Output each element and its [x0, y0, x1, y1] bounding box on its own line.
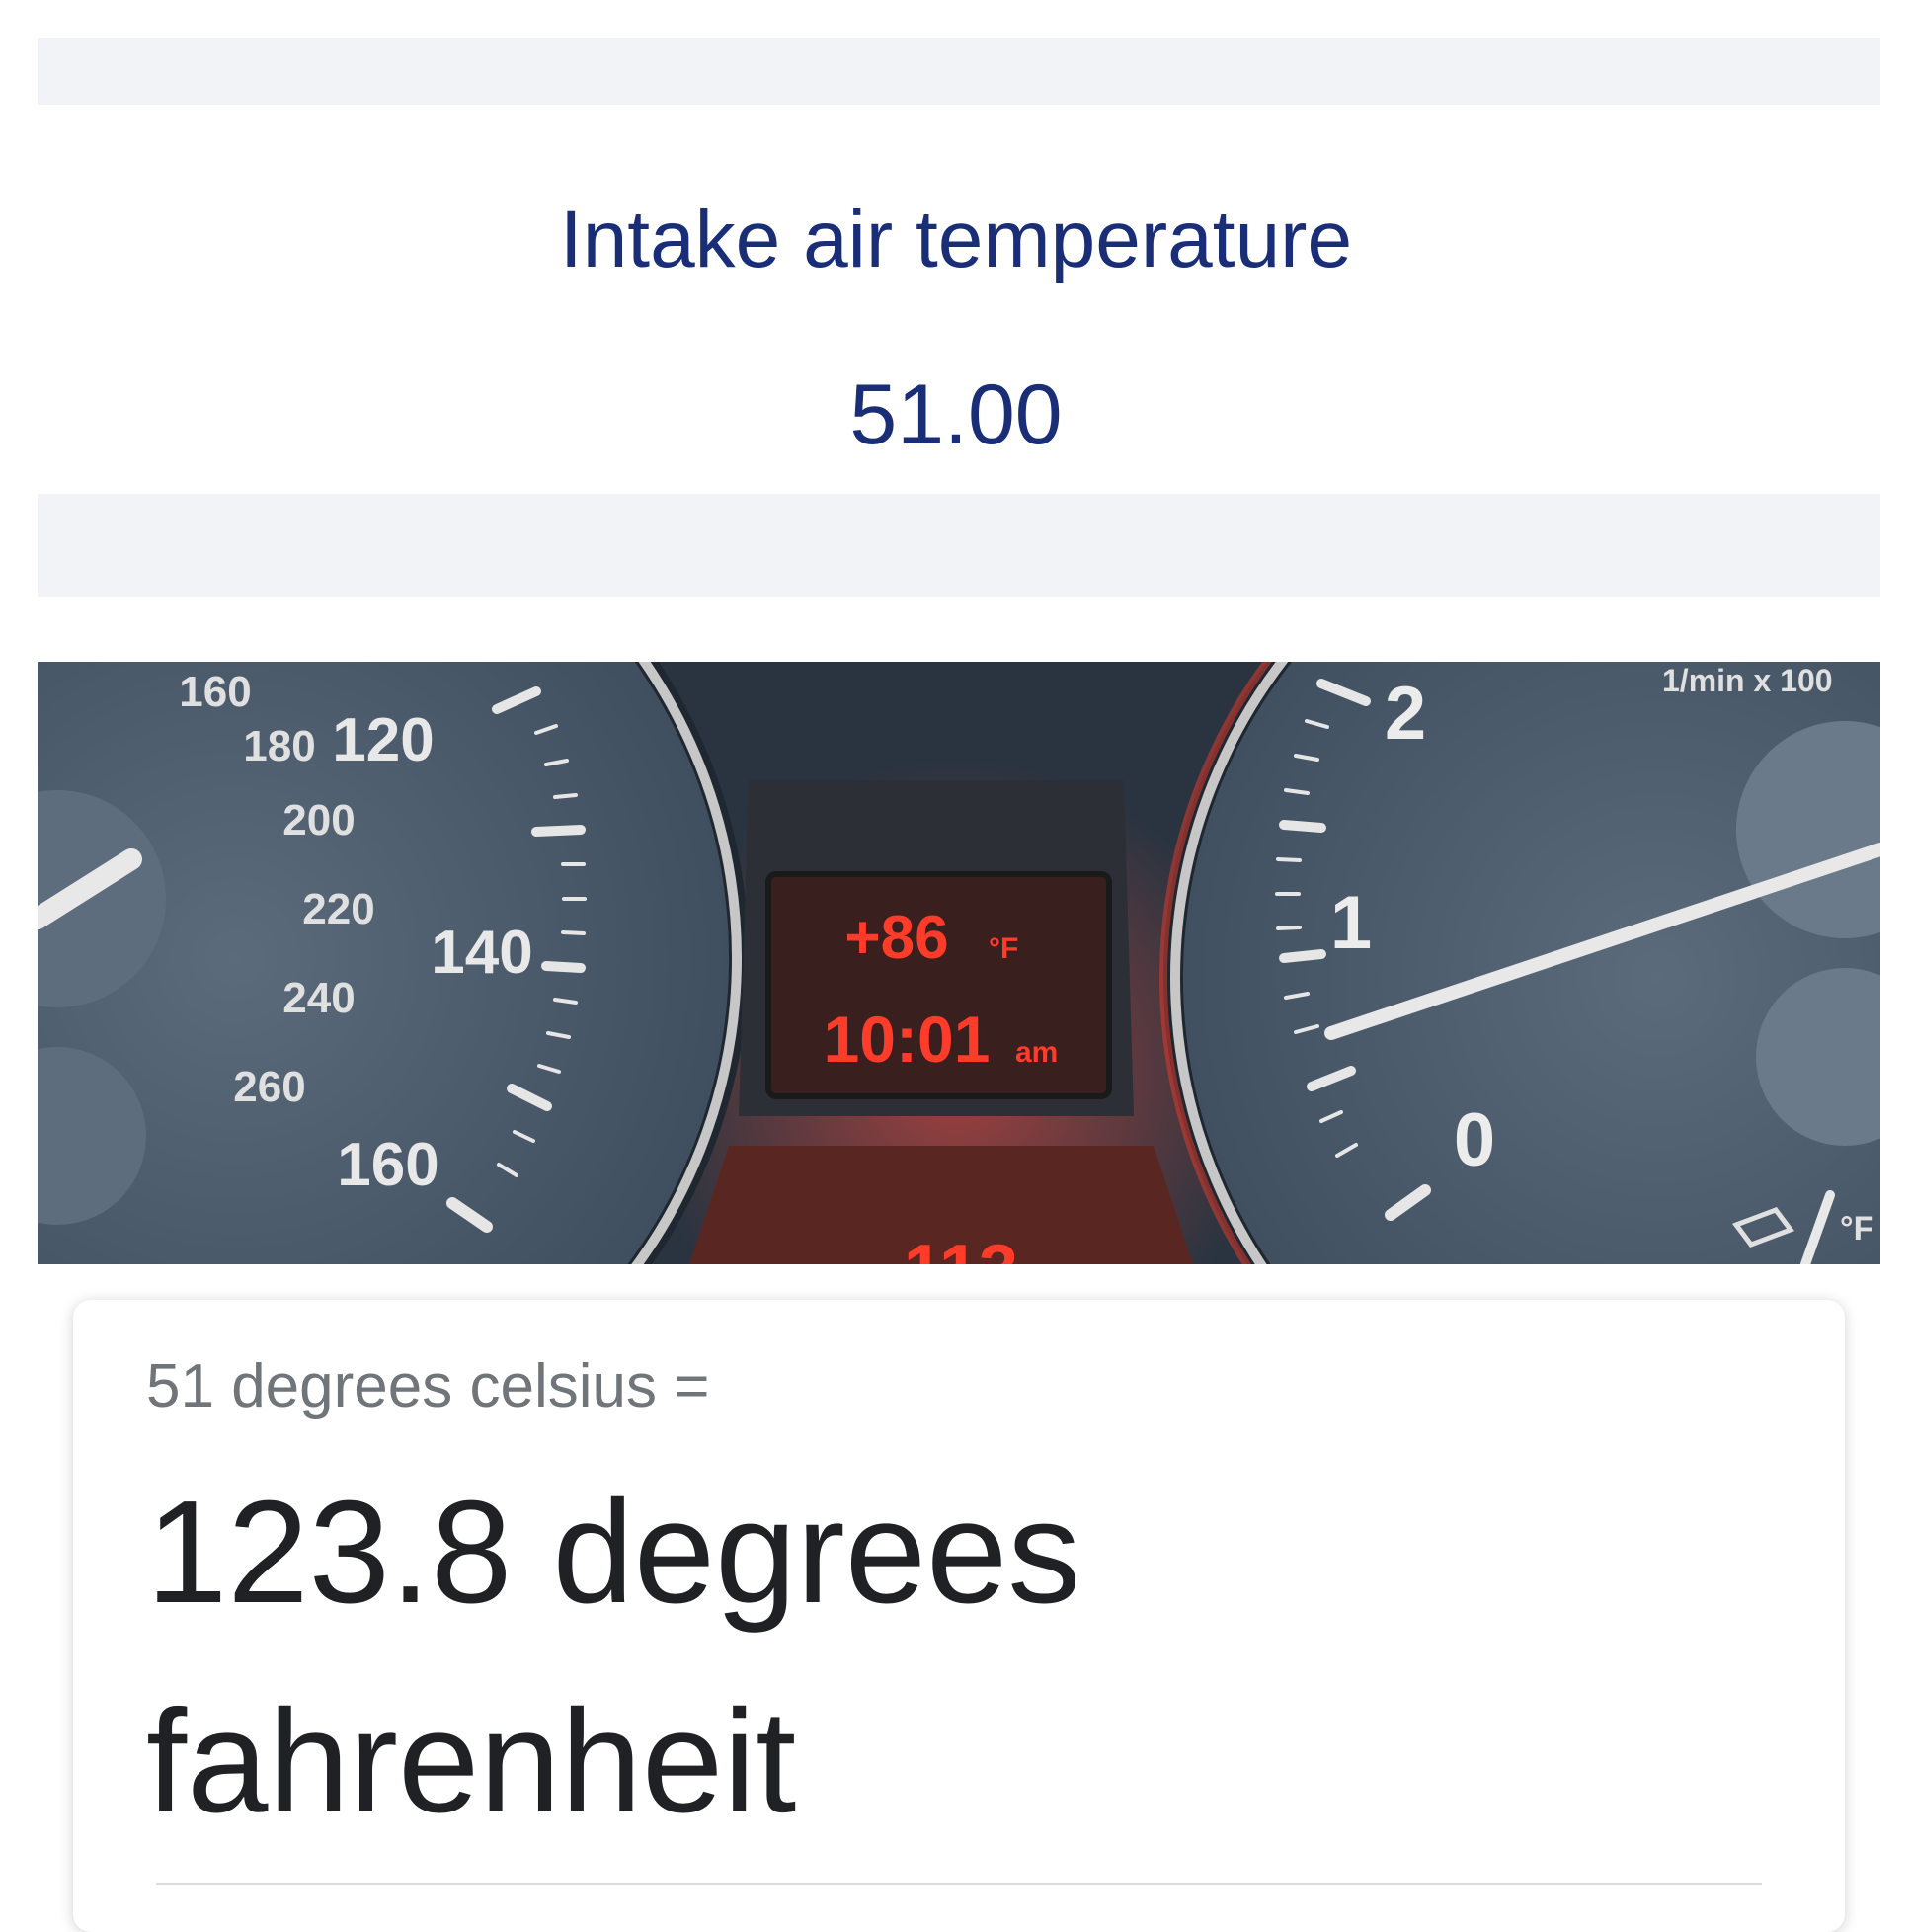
kmh-label-160: 160 [179, 668, 251, 716]
dashboard-illustration: 120 140 160 160 180 200 220 240 260 +86 … [38, 662, 1880, 1264]
middle-spacer-band [38, 494, 1880, 597]
display-time: 10:01 [824, 1003, 991, 1076]
kmh-label-260: 260 [233, 1063, 305, 1111]
speed-label-120: 120 [332, 706, 434, 774]
kmh-label-240: 240 [282, 974, 355, 1022]
tach-label-1: 1 [1330, 881, 1372, 965]
speed-label-140: 140 [431, 919, 532, 987]
conversion-answer: 123.8 degrees fahrenheit [146, 1471, 1081, 1843]
tach-unit-label: 1/min x 100 [1662, 663, 1833, 698]
sensor-value: 51.00 [849, 367, 1063, 462]
oil-temp-unit: °F [1840, 1210, 1873, 1248]
top-spacer-band [38, 38, 1880, 105]
tach-label-2: 2 [1385, 672, 1426, 756]
dashboard-photo: 120 140 160 160 180 200 220 240 260 +86 … [38, 662, 1880, 1264]
kmh-label-200: 200 [282, 796, 355, 845]
speed-label-160: 160 [337, 1131, 438, 1199]
display-partial-reading: 113 [904, 1231, 1018, 1264]
kmh-label-220: 220 [302, 885, 374, 933]
tach-label-0: 0 [1454, 1098, 1495, 1182]
card-divider [156, 1883, 1762, 1885]
conversion-result-card: 51 degrees celsius = 123.8 degrees fahre… [73, 1300, 1845, 1932]
display-temperature: +86 [844, 904, 948, 972]
display-time-suffix: am [1015, 1036, 1058, 1069]
display-temperature-unit: °F [989, 932, 1018, 965]
conversion-query: 51 degrees celsius = [146, 1352, 710, 1420]
sensor-name: Intake air temperature [559, 195, 1353, 284]
kmh-label-180: 180 [243, 722, 315, 770]
